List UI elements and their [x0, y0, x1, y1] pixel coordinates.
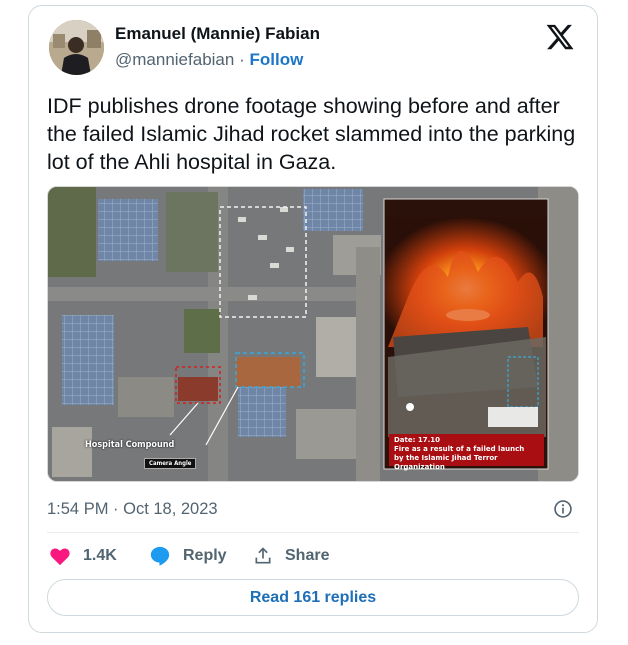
share-label: Share [285, 547, 330, 564]
tweet-timestamp[interactable]: 1:54 PM · Oct 18, 2023 [47, 500, 218, 519]
hospital-compound-label: Hospital Compound [85, 440, 175, 450]
author-handle[interactable]: @manniefabian [115, 50, 234, 69]
share-button[interactable]: Share [253, 546, 329, 566]
camera-angle-label: Camera Angle [144, 458, 197, 469]
avatar[interactable] [49, 20, 104, 75]
fire-caption: Date: 17.10 Fire as a result of a failed… [389, 434, 544, 471]
author-handle-row: @manniefabian · Follow [115, 50, 303, 70]
like-button[interactable]: 1.4K [49, 546, 149, 566]
caption-date: Date: 17.10 [394, 436, 441, 444]
tweet-text: IDF publishes drone footage showing befo… [47, 94, 576, 174]
info-icon[interactable] [553, 499, 573, 519]
tweet-card: Emanuel (Mannie) Fabian @manniefabian · … [28, 5, 598, 633]
read-replies-button[interactable]: Read 161 replies [47, 579, 579, 616]
action-bar: 1.4K Reply Share [49, 544, 329, 568]
share-icon [255, 547, 271, 564]
divider [47, 532, 579, 533]
follow-button[interactable]: Follow [249, 50, 303, 69]
like-count: 1.4K [83, 547, 117, 564]
handle-separator: · [239, 50, 245, 69]
caption-line-2: by the Islamic Jihad Terror Organization [394, 454, 498, 471]
reply-bubble-icon [150, 546, 170, 566]
reply-label: Reply [183, 547, 227, 564]
tweet-media[interactable]: Hospital Compound Camera Angle Date: 17.… [47, 186, 579, 482]
author-display-name[interactable]: Emanuel (Mannie) Fabian [115, 24, 320, 44]
x-logo-icon[interactable] [545, 22, 575, 52]
caption-line-1: Fire as a result of a failed launch [394, 445, 525, 453]
heart-icon [50, 548, 70, 566]
reply-button[interactable]: Reply [149, 545, 253, 567]
